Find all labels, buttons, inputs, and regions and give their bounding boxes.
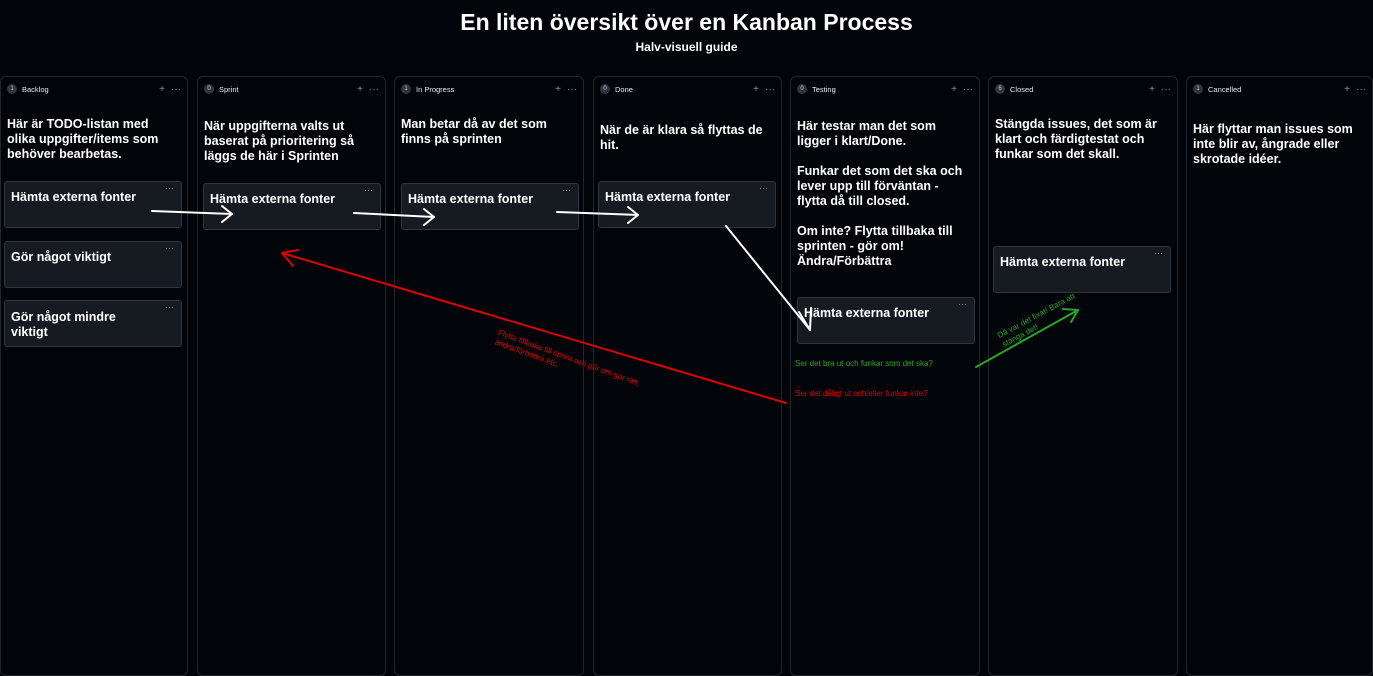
column-description: När de är klara så flyttas de hit. (600, 123, 763, 152)
bad-question-note: Ser det dåligt ut och/eller funkar inte? (795, 389, 928, 398)
item-count-badge: 1 (1193, 84, 1203, 94)
page-title: En liten översikt över en Kanban Process (460, 9, 913, 35)
column-in-progress: 1 In Progress + ··· Man betar då av det … (394, 76, 584, 676)
add-item-button[interactable]: + (951, 84, 957, 95)
column-closed: 6 Closed + ··· Stängda issues, det som ä… (988, 76, 1178, 676)
column-description: När uppgifterna valts ut baserat på prio… (204, 119, 355, 163)
card-menu-button[interactable]: ··· (165, 243, 174, 253)
column-header: 0 Done + ··· (600, 82, 775, 96)
column-name: Testing (812, 84, 836, 94)
column-menu-button[interactable]: ··· (369, 84, 379, 95)
card-menu-button[interactable]: ··· (562, 185, 571, 195)
column-description: Här flyttar man issues som inte blir av,… (1193, 122, 1353, 166)
add-item-button[interactable]: + (1344, 84, 1350, 95)
column-header: 1 Cancelled + ··· (1193, 82, 1366, 96)
column-header: 1 Backlog + ··· (7, 82, 181, 96)
card-menu-button[interactable]: ··· (165, 302, 174, 312)
item-count-badge: 0 (797, 84, 807, 94)
column-name: Closed (1010, 84, 1034, 94)
column-description: Stängda issues, det som är klart och fär… (995, 117, 1157, 161)
card-menu-button[interactable]: ··· (165, 183, 174, 193)
card-menu-button[interactable]: ··· (759, 183, 768, 193)
add-item-button[interactable]: + (555, 84, 561, 95)
card-hamta-externa-fonter[interactable]: Hämta externa fonter ··· (598, 181, 776, 228)
item-count-badge: 0 (600, 84, 610, 94)
column-description: Här är TODO-listan med olika uppgifter/i… (7, 117, 159, 161)
card-title: Gör något mindre viktigt (11, 310, 116, 339)
column-menu-button[interactable]: ··· (765, 84, 775, 95)
column-testing: 0 Testing + ··· Här testar man det som l… (790, 76, 980, 676)
column-menu-button[interactable]: ··· (171, 84, 181, 95)
column-header: 0 Sprint + ··· (204, 82, 379, 96)
column-name: In Progress (416, 84, 455, 94)
column-menu-button[interactable]: ··· (1161, 84, 1171, 95)
add-item-button[interactable]: + (1149, 84, 1155, 95)
column-menu-button[interactable]: ··· (567, 84, 577, 95)
column-menu-button[interactable]: ··· (963, 84, 973, 95)
card-title: Hämta externa fonter (605, 190, 731, 204)
column-header: 1 In Progress + ··· (401, 82, 577, 96)
item-count-badge: 0 (204, 84, 214, 94)
card-title: Hämta externa fonter (804, 306, 930, 320)
column-name: Done (615, 84, 633, 94)
column-backlog: 1 Backlog + ··· Här är TODO-listan med o… (0, 76, 188, 676)
card-title: Hämta externa fonter (408, 192, 534, 206)
card-title: Hämta externa fonter (210, 192, 336, 206)
item-count-badge: 6 (995, 84, 1005, 94)
card-title: Gör något viktigt (11, 250, 111, 264)
add-item-button[interactable]: + (159, 84, 165, 95)
card-gor-nagot-viktigt[interactable]: Gör något viktigt ··· (4, 241, 182, 288)
item-count-badge: 1 (401, 84, 411, 94)
card-hamta-externa-fonter[interactable]: Hämta externa fonter ··· (203, 183, 381, 230)
card-menu-button[interactable]: ··· (364, 185, 373, 195)
card-menu-button[interactable]: ··· (958, 299, 967, 309)
good-question-note: Ser det bra ut och funkar som det ska? (795, 359, 933, 368)
column-name: Cancelled (1208, 84, 1242, 94)
column-header: 6 Closed + ··· (995, 82, 1171, 96)
card-hamta-externa-fonter[interactable]: Hämta externa fonter ··· (797, 297, 975, 344)
card-hamta-externa-fonter[interactable]: Hämta externa fonter ··· (4, 181, 182, 228)
add-item-button[interactable]: + (357, 84, 363, 95)
card-gor-nagot-mindre-viktigt[interactable]: Gör något mindre viktigt ··· (4, 300, 182, 347)
column-name: Sprint (219, 84, 239, 94)
column-header: 0 Testing + ··· (797, 82, 973, 96)
column-sprint: 0 Sprint + ··· När uppgifterna valts ut … (197, 76, 386, 676)
column-description: Här testar man det som ligger i klart/Do… (797, 119, 963, 268)
item-count-badge: 1 (7, 84, 17, 94)
column-menu-button[interactable]: ··· (1356, 84, 1366, 95)
add-item-button[interactable]: + (753, 84, 759, 95)
card-hamta-externa-fonter[interactable]: Hämta externa fonter ··· (401, 183, 579, 230)
page-subtitle: Halv-visuell guide (635, 40, 738, 54)
column-description: Man betar då av det som finns på sprinte… (401, 117, 547, 146)
card-menu-button[interactable]: ··· (1154, 248, 1163, 258)
card-title: Hämta externa fonter (1000, 255, 1126, 269)
card-title: Hämta externa fonter (11, 190, 137, 204)
column-name: Backlog (22, 84, 49, 94)
column-cancelled: 1 Cancelled + ··· Här flyttar man issues… (1186, 76, 1373, 676)
